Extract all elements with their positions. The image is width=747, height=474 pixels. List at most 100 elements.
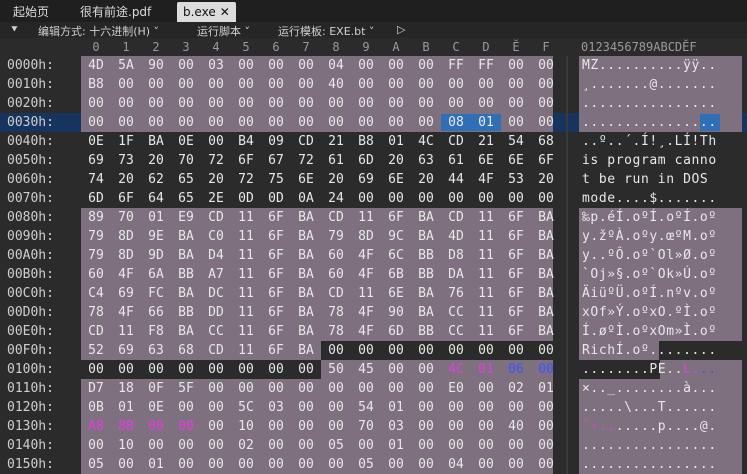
hex-byte[interactable]: BA xyxy=(411,286,441,301)
hex-byte[interactable]: 00 xyxy=(531,343,561,358)
hex-byte[interactable]: 6A xyxy=(141,267,171,282)
hex-byte[interactable]: 00 xyxy=(201,438,231,453)
hex-byte[interactable]: F8 xyxy=(141,324,171,339)
hex-byte[interactable]: 02 xyxy=(501,381,531,396)
hex-byte[interactable]: 74 xyxy=(81,172,111,187)
hex-byte[interactable]: 00 xyxy=(81,438,111,453)
hex-byte[interactable]: 00 xyxy=(261,438,291,453)
hex-byte[interactable]: 79 xyxy=(321,229,351,244)
hex-byte[interactable]: 00 xyxy=(471,96,501,111)
hex-byte[interactable]: 00 xyxy=(471,191,501,206)
hex-byte[interactable]: 00 xyxy=(291,58,321,73)
hex-byte[interactable]: 06 xyxy=(501,362,531,377)
hex-byte[interactable]: 00 xyxy=(351,438,381,453)
hex-byte[interactable]: 44 xyxy=(441,172,471,187)
hex-byte[interactable]: 76 xyxy=(441,286,471,301)
hex-byte[interactable]: 00 xyxy=(351,191,381,206)
hex-byte[interactable]: 6E xyxy=(381,286,411,301)
hex-row[interactable]: 0090h: 79 8D 9E BA C0 11 6F BA 79 8D 9C BA 4D 11 6F BA y.… xyxy=(0,227,747,246)
hex-byte[interactable]: 6C xyxy=(381,248,411,263)
hex-byte[interactable]: 00 xyxy=(351,58,381,73)
hex-row[interactable]: 0140h: 00 10 00 00 00 02 00 00 05 00 01 00 00 00 00 00..… xyxy=(0,436,747,455)
hex-byte[interactable]: 00 xyxy=(261,419,291,434)
hex-byte[interactable]: A8 xyxy=(81,419,111,434)
hex-byte[interactable]: 11 xyxy=(231,324,261,339)
ascii-text[interactable]: MZ..........ÿÿ.. xyxy=(582,58,717,73)
hex-row[interactable]: 0130h: A8 8B 00 00 00 10 00 00 00 70 03 00 00 00 40 00 ¨‹… xyxy=(0,417,747,436)
hex-byte[interactable]: 00 xyxy=(441,96,471,111)
hex-byte[interactable]: 0A xyxy=(291,191,321,206)
hex-byte[interactable]: 00 xyxy=(351,77,381,92)
hex-byte[interactable]: 63 xyxy=(411,153,441,168)
hex-row[interactable]: 0060h: 74 20 62 65 20 72 75 6E 20 69 6E 20 44 4F 53 20 t … xyxy=(0,170,747,189)
hex-byte[interactable]: 00 xyxy=(171,438,201,453)
hex-byte[interactable]: 01 xyxy=(141,457,171,472)
hex-byte[interactable]: 00 xyxy=(261,77,291,92)
hex-byte[interactable]: 00 xyxy=(81,362,111,377)
hex-byte[interactable]: 8B xyxy=(111,419,141,434)
hex-byte[interactable]: BA xyxy=(411,305,441,320)
hex-byte[interactable]: 00 xyxy=(501,58,531,73)
hex-byte[interactable]: 0D xyxy=(261,191,291,206)
hex-byte[interactable]: 21 xyxy=(471,134,501,149)
hex-byte[interactable]: BB xyxy=(411,267,441,282)
hex-byte[interactable]: 00 xyxy=(471,343,501,358)
hex-byte[interactable]: 00 xyxy=(381,381,411,396)
hex-byte[interactable]: 00 xyxy=(201,362,231,377)
hex-byte[interactable]: 00 xyxy=(171,96,201,111)
hex-byte[interactable]: 52 xyxy=(81,343,111,358)
hex-byte[interactable]: 21 xyxy=(321,134,351,149)
hex-byte[interactable]: 00 xyxy=(531,419,561,434)
hex-byte[interactable]: 11 xyxy=(471,210,501,225)
hex-byte[interactable]: 00 xyxy=(411,457,441,472)
hex-byte[interactable]: 00 xyxy=(231,96,261,111)
ascii-text[interactable]: ..º..´.Í!¸.LÍ!Th xyxy=(582,134,717,149)
hex-byte[interactable]: 00 xyxy=(531,58,561,73)
hex-byte[interactable]: 04 xyxy=(441,457,471,472)
ascii-text[interactable]: ................ xyxy=(582,457,717,472)
hex-row[interactable]: 0020h: 00 00 00 00 00 00 00 00 00 00 00 00 00 00 00 00..… xyxy=(0,94,747,113)
hex-byte[interactable]: 11 xyxy=(351,286,381,301)
hex-byte[interactable]: 00 xyxy=(471,400,501,415)
hex-byte[interactable]: 00 xyxy=(201,77,231,92)
run-template-dropdown[interactable]: 运行模板: EXE.bt ˅ xyxy=(278,23,374,39)
ascii-text[interactable]: Í.øºÌ.oºxOm»Ì.oº xyxy=(582,324,717,339)
hex-byte[interactable]: 00 xyxy=(321,96,351,111)
hex-byte[interactable]: CD xyxy=(441,134,471,149)
hex-byte[interactable]: 6F xyxy=(231,153,261,168)
hex-byte[interactable]: 78 xyxy=(81,305,111,320)
hex-byte[interactable]: 00 xyxy=(321,381,351,396)
hex-byte[interactable]: 00 xyxy=(261,362,291,377)
hex-byte[interactable]: BA xyxy=(291,248,321,263)
hex-byte[interactable]: 00 xyxy=(351,381,381,396)
hex-byte[interactable]: 00 xyxy=(141,77,171,92)
hex-byte[interactable]: 9E xyxy=(141,229,171,244)
hex-row[interactable]: 0100h: 00 00 00 00 00 00 00 00 50 45 00 00 4C 01 06 00..… xyxy=(0,360,747,379)
hex-byte[interactable]: 11 xyxy=(111,324,141,339)
ascii-text[interactable]: ‰p.éÍ.oºÍ.oºÍ.oº xyxy=(582,210,717,225)
hex-byte[interactable]: D4 xyxy=(201,248,231,263)
hex-byte[interactable]: 00 xyxy=(411,400,441,415)
hex-byte[interactable]: 01 xyxy=(141,210,171,225)
hex-byte[interactable]: 00 xyxy=(501,191,531,206)
hex-byte[interactable]: 89 xyxy=(81,210,111,225)
hex-byte[interactable]: 4F xyxy=(111,267,141,282)
hex-byte[interactable]: 20 xyxy=(141,153,171,168)
hex-byte[interactable]: 00 xyxy=(531,438,561,453)
hex-byte[interactable]: 4C xyxy=(441,362,471,377)
hex-byte[interactable]: 5A xyxy=(111,58,141,73)
hex-byte[interactable]: DD xyxy=(201,305,231,320)
hex-byte[interactable]: BB xyxy=(411,324,441,339)
hex-byte[interactable]: 60 xyxy=(81,267,111,282)
ascii-text[interactable]: ÄiüºÜ.oºÍ.nºv.oº xyxy=(582,286,717,301)
hex-byte[interactable]: 11 xyxy=(471,248,501,263)
hex-byte[interactable]: 4F xyxy=(351,267,381,282)
hex-byte[interactable]: 00 xyxy=(381,115,411,130)
hex-byte[interactable]: 75 xyxy=(261,172,291,187)
hex-byte[interactable]: 5F xyxy=(171,381,201,396)
hex-byte[interactable]: 73 xyxy=(111,153,141,168)
hex-byte[interactable]: 00 xyxy=(411,58,441,73)
hex-byte[interactable]: 11 xyxy=(231,343,261,358)
hex-row[interactable]: 0000h: 4D 5A 90 00 03 00 00 00 04 00 00 00 FF FF 00 00 MZ… xyxy=(0,56,747,75)
hex-byte[interactable]: E0 xyxy=(441,381,471,396)
